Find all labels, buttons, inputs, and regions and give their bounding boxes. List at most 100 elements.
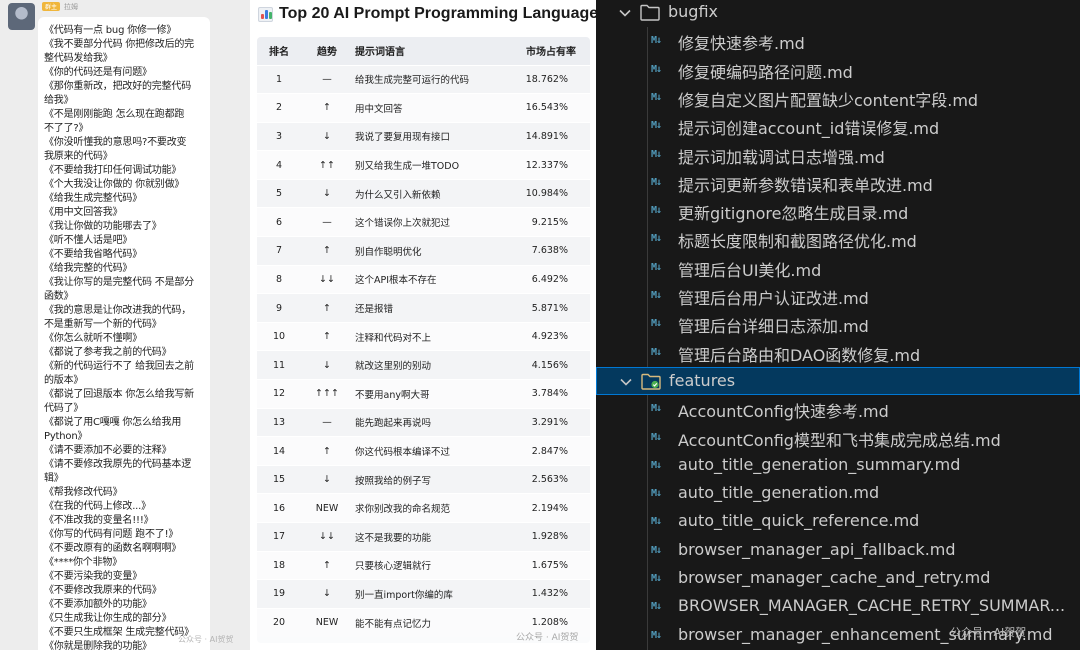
markdown-icon: M↓ [651, 148, 662, 160]
file-item[interactable]: M↓ BROWSER_MANAGER_CACHE_RETRY_SUMMAR... [596, 593, 1080, 621]
file-item[interactable]: M↓ 管理后台用户认证改进.md [596, 282, 1080, 310]
folder-features[interactable]: features [596, 366, 1080, 395]
file-item[interactable]: M↓ AccountConfig模型和飞书集成完成总结.md [596, 424, 1080, 452]
rank-cell: 1 [257, 64, 301, 94]
trend-cell: ↓↓ [301, 264, 353, 294]
rank-cell: 10 [257, 321, 301, 351]
file-item[interactable]: M↓ 管理后台路由和DAO函数修复.md [596, 339, 1080, 367]
share-cell: 4.923% [505, 321, 590, 351]
chat-message-line: 不是重新写一个新的代码》 [44, 319, 162, 330]
indent-guide [647, 395, 648, 650]
chat-message-line: 《那你重新改，把改好的完整代码 [44, 81, 191, 92]
chat-message-line: 给我》 [44, 95, 74, 106]
prompt-cell: 这个API根本不存在 [353, 264, 505, 294]
markdown-icon: M↓ [651, 205, 662, 217]
file-item[interactable]: M↓ 提示词创建account_id错误修复.md [596, 112, 1080, 140]
file-item[interactable]: M↓ auto_title_generation.md [596, 480, 1080, 508]
rank-cell: 9 [257, 293, 301, 323]
table-row: 14 ↑ 你这代码根本编译不过 2.847% [257, 436, 590, 466]
chat-message-line: 《请不要修改我原先的代码基本逻 [44, 459, 191, 470]
file-item[interactable]: M↓ 管理后台详细日志添加.md [596, 310, 1080, 338]
file-item[interactable]: M↓ AccountConfig快速参考.md [596, 395, 1080, 423]
chat-message-line: 《不要修改我原来的代码》 [44, 585, 162, 596]
ranking-table: 排名 趋势 提示词语言 市场占有率 1— 给我生成完整可运行的代码 18.762% 2… [257, 37, 590, 643]
markdown-icon: M↓ [651, 35, 662, 47]
markdown-icon: M↓ [651, 431, 662, 443]
trend-cell: ↑ [301, 436, 353, 466]
folder-name: features [669, 370, 736, 390]
trend-cell: ↑ [301, 550, 353, 580]
sender-avatar[interactable] [8, 3, 35, 30]
file-item[interactable]: M↓ auto_title_generation_summary.md [596, 452, 1080, 480]
file-item[interactable]: M↓ 标题长度限制和截图路径优化.md [596, 225, 1080, 253]
share-cell: 2.563% [505, 464, 590, 494]
folder-icon [641, 373, 661, 390]
chevron-down-icon[interactable] [617, 5, 633, 21]
file-item[interactable]: M↓ browser_manager_cache_and_retry.md [596, 565, 1080, 593]
prompt-cell: 能先跑起来再说吗 [353, 407, 505, 437]
watermark: 公众号 · AI贺贺 [178, 635, 234, 644]
bar-chart-icon [258, 6, 273, 22]
trend-cell: ↓ [301, 121, 353, 151]
prompt-cell: 按照我给的例子写 [353, 464, 505, 494]
file-item[interactable]: M↓ 修复硬编码路径问题.md [596, 56, 1080, 84]
share-cell: 5.871% [505, 293, 590, 323]
file-name: 标题长度限制和截图路径优化.md [678, 232, 917, 252]
trend-cell: ↓ [301, 464, 353, 494]
file-item[interactable]: M↓ 提示词更新参数错误和表单改进.md [596, 169, 1080, 197]
chat-message-line: 《你没听懂我的意思吗?不要改变 [44, 137, 187, 148]
file-explorer: bugfix M↓ 修复快速参考.md M↓ 修复硬编码路径问题.md M↓ 修复自定义图片… [596, 0, 1080, 650]
chat-message-line: 的版本》 [44, 375, 84, 386]
file-item[interactable]: M↓ browser_manager_api_fallback.md [596, 537, 1080, 565]
markdown-icon: M↓ [651, 120, 662, 132]
rank-cell: 18 [257, 550, 301, 580]
share-cell: 14.891% [505, 121, 590, 151]
chat-message-line: 《我让你做的功能哪去了》 [44, 221, 162, 232]
message-bubble[interactable]: 《代码有一点 bug 你修一修》 《我不要部分代码 你把修改后的完 整代码发给我》《… [38, 17, 210, 650]
chat-message-line: 《我不要部分代码 你把修改后的完 [44, 39, 194, 50]
file-item[interactable]: M↓ auto_title_quick_reference.md [596, 508, 1080, 536]
table-row: 13— 能先跑起来再说吗 3.291% [257, 407, 590, 437]
rank-cell: 2 [257, 93, 301, 123]
col-header-share: 市场占有率 [505, 37, 590, 65]
file-name: 提示词创建account_id错误修复.md [678, 119, 940, 139]
folder-bugfix[interactable]: bugfix [596, 0, 1080, 27]
chat-message-line: 《请不要添加不必要的注释》 [44, 445, 172, 456]
sender-role-badge: 群主 [42, 2, 61, 11]
markdown-icon: M↓ [651, 261, 662, 273]
table-row: 2 ↑ 用中文回答 16.543% [257, 93, 590, 123]
file-item[interactable]: M↓ 修复快速参考.md [596, 27, 1080, 55]
share-cell: 1.675% [505, 550, 590, 580]
file-item[interactable]: M↓ 更新gitignore忽略生成目录.md [596, 197, 1080, 225]
file-name: 修复自定义图片配置缺少content字段.md [678, 90, 979, 110]
file-name: 管理后台详细日志添加.md [678, 317, 869, 337]
chat-message-line: 《不要改原有的函数名啊啊啊》 [44, 543, 182, 554]
markdown-icon: M↓ [651, 318, 662, 330]
markdown-icon: M↓ [651, 601, 662, 613]
trend-cell: ↓ [301, 350, 353, 380]
share-cell: 18.762% [505, 64, 590, 94]
file-item[interactable]: M↓ 管理后台UI美化.md [596, 254, 1080, 282]
chevron-down-icon[interactable] [618, 374, 634, 390]
chat-message-line: 《新的代码运行不了 给我回去之前 [44, 361, 194, 372]
rank-cell: 17 [257, 522, 301, 552]
col-header-rank: 排名 [257, 37, 301, 65]
rank-cell: 14 [257, 436, 301, 466]
chat-message-line: 《给我生成完整代码》 [44, 193, 142, 204]
chat-message-line: 《我的意思是让你改进我的代码， [44, 305, 191, 316]
markdown-icon: M↓ [651, 233, 662, 245]
trend-cell: NEW [301, 607, 353, 637]
folder-icon [640, 4, 660, 21]
prompt-cell: 别又给我生成一堆TODO [353, 150, 505, 180]
prompt-cell: 为什么又引入新依赖 [353, 178, 505, 208]
chat-message-line: 《不准改我的变量名!!!》 [44, 515, 154, 526]
file-item[interactable]: M↓ 修复自定义图片配置缺少content字段.md [596, 84, 1080, 112]
trend-cell: ↓ [301, 178, 353, 208]
chat-message-line: 《不要给我打印任何调试功能》 [44, 165, 182, 176]
file-item[interactable]: M↓ 提示词加载调试日志增强.md [596, 141, 1080, 169]
chat-message-line: 《不要给我省略代码》 [44, 249, 142, 260]
trend-cell: — [301, 207, 353, 237]
markdown-icon: M↓ [651, 403, 662, 415]
share-cell: 10.984% [505, 178, 590, 208]
trend-cell: ↓ [301, 579, 353, 609]
